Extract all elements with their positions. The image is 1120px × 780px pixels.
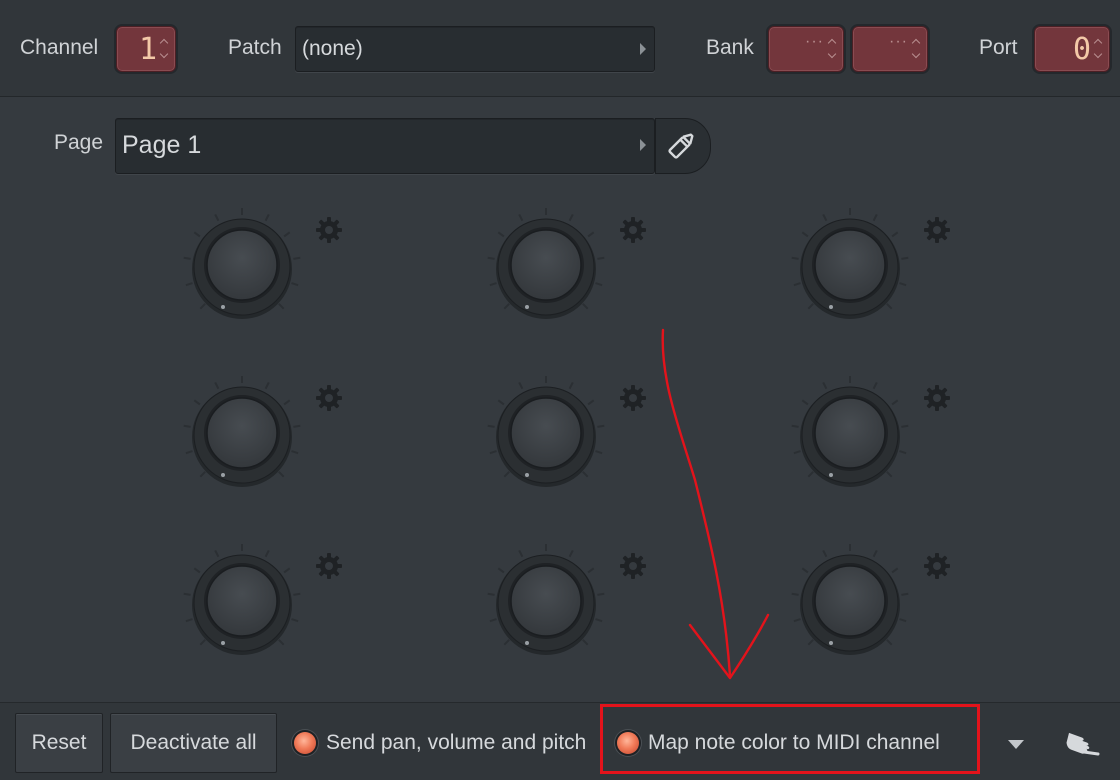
reset-button[interactable]: Reset [15, 713, 103, 773]
annotation-arrow [661, 328, 770, 680]
annotation-highlight-box [600, 704, 980, 774]
send-pan-volume-pitch-label[interactable]: Send pan, volume and pitch [326, 731, 586, 755]
caret-down-icon[interactable] [1008, 740, 1024, 749]
send-pan-volume-pitch-radio[interactable] [294, 732, 316, 754]
hand-pointer-icon[interactable] [1062, 728, 1102, 760]
deactivate-all-button[interactable]: Deactivate all [110, 713, 277, 773]
